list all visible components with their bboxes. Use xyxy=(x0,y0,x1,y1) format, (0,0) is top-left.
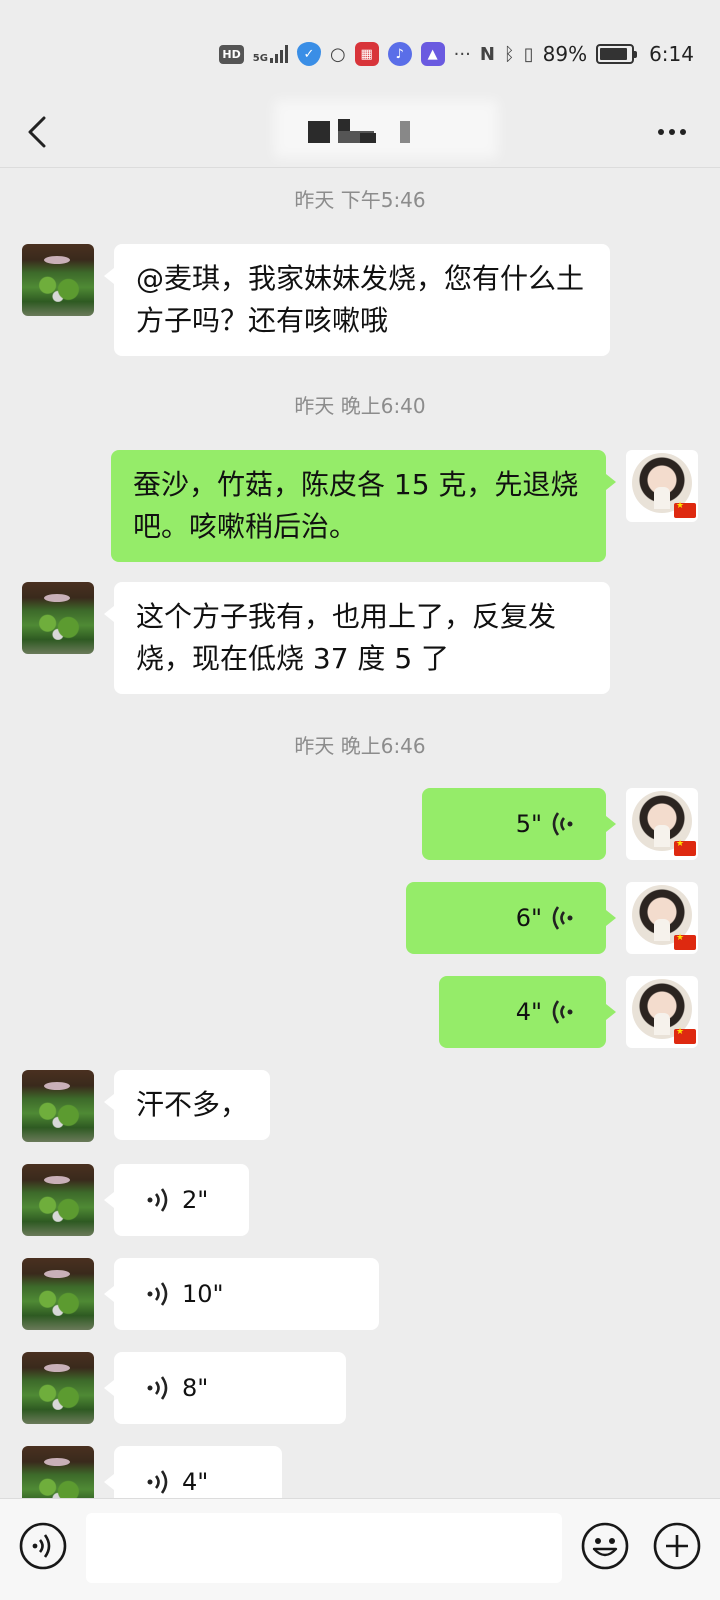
voice-duration: 6" xyxy=(515,904,542,932)
contact-avatar[interactable] xyxy=(22,1164,94,1236)
bluetooth-icon: ᛒ xyxy=(503,43,515,65)
outgoing-message[interactable]: 蚕沙，竹菇，陈皮各 15 克，先退烧吧。咳嗽稍后治。 xyxy=(111,450,616,562)
contact-avatar[interactable] xyxy=(22,1352,94,1424)
emoji-icon xyxy=(581,1522,629,1570)
back-button[interactable] xyxy=(18,108,66,156)
5g-signal-icon: 5G xyxy=(253,45,288,64)
flag-icon xyxy=(674,1027,696,1044)
flag-icon xyxy=(674,839,696,856)
more-icon: ··· xyxy=(453,43,471,65)
outgoing-voice-message[interactable]: 4" xyxy=(439,976,616,1048)
app-icon: ▦ xyxy=(354,42,379,66)
incoming-voice-message[interactable]: 2" xyxy=(104,1164,249,1236)
voice-duration: 4" xyxy=(182,1468,209,1496)
incoming-voice-message[interactable]: 8" xyxy=(104,1352,346,1424)
battery-percent: 89% xyxy=(542,42,588,66)
message-input[interactable] xyxy=(86,1513,562,1583)
plus-icon xyxy=(653,1522,701,1570)
voice-input-icon xyxy=(19,1522,67,1570)
voice-wave-icon xyxy=(550,998,576,1026)
outgoing-voice-message[interactable]: 6" xyxy=(406,882,616,954)
incoming-message[interactable]: @麦琪，我家妹妹发烧，您有什么土方子吗？还有咳嗽哦 xyxy=(104,244,610,356)
status-icons: HD 5G ✓ ○ ▦ ♪ ▲ ··· N ᛒ ▯ 89% 6:14 xyxy=(219,38,694,70)
voice-duration: 2" xyxy=(182,1186,209,1214)
contact-avatar[interactable] xyxy=(22,1070,94,1142)
battery-icon xyxy=(596,44,638,64)
chevron-left-icon xyxy=(28,116,46,148)
voice-wave-icon xyxy=(550,904,576,932)
incoming-message[interactable]: 这个方子我有，也用上了，反复发烧，现在低烧 37 度 5 了 xyxy=(104,582,610,694)
more-functions-button[interactable] xyxy=(652,1521,702,1571)
voice-duration: 10" xyxy=(182,1280,224,1308)
vibrate-icon: ▯ xyxy=(523,43,534,65)
my-avatar[interactable] xyxy=(626,976,698,1048)
chat-app-icon: ○ xyxy=(329,43,346,65)
timestamp: 昨天 晚上6:40 xyxy=(294,394,426,418)
music-app-icon: ♪ xyxy=(387,42,412,66)
contact-avatar[interactable] xyxy=(22,244,94,316)
chat-header xyxy=(0,96,720,168)
my-avatar[interactable] xyxy=(626,882,698,954)
outgoing-voice-message[interactable]: 5" xyxy=(422,788,616,860)
flag-icon xyxy=(674,933,696,950)
voice-duration: 4" xyxy=(515,998,542,1026)
contact-avatar[interactable] xyxy=(22,1258,94,1330)
shield-app-icon: ✓ xyxy=(296,42,321,66)
voice-duration: 8" xyxy=(182,1374,209,1402)
timestamp: 昨天 下午5:46 xyxy=(294,188,426,212)
flag-icon xyxy=(674,501,696,518)
incoming-message[interactable]: 汗不多， xyxy=(103,1070,271,1140)
voice-wave-icon xyxy=(144,1374,170,1402)
voice-wave-icon xyxy=(144,1186,170,1214)
more-dots-icon xyxy=(658,129,664,135)
voice-wave-icon xyxy=(144,1280,170,1308)
input-bar xyxy=(0,1498,720,1600)
education-app-icon: ▲ xyxy=(420,42,445,66)
nfc-icon: N xyxy=(479,43,495,65)
voice-input-button[interactable] xyxy=(18,1521,68,1571)
incoming-voice-message[interactable]: 10" xyxy=(104,1258,379,1330)
clock: 6:14 xyxy=(649,42,694,66)
my-avatar[interactable] xyxy=(626,788,698,860)
voice-wave-icon xyxy=(550,810,576,838)
voice-duration: 5" xyxy=(515,810,542,838)
more-options-button[interactable] xyxy=(648,118,696,146)
status-bar: HD 5G ✓ ○ ▦ ♪ ▲ ··· N ᛒ ▯ 89% 6:14 xyxy=(0,0,720,96)
my-avatar[interactable] xyxy=(626,450,698,522)
voice-wave-icon xyxy=(144,1468,170,1496)
contact-avatar[interactable] xyxy=(22,582,94,654)
hd-icon: HD xyxy=(219,44,244,64)
emoji-button[interactable] xyxy=(580,1521,630,1571)
timestamp: 昨天 晚上6:46 xyxy=(294,734,426,758)
